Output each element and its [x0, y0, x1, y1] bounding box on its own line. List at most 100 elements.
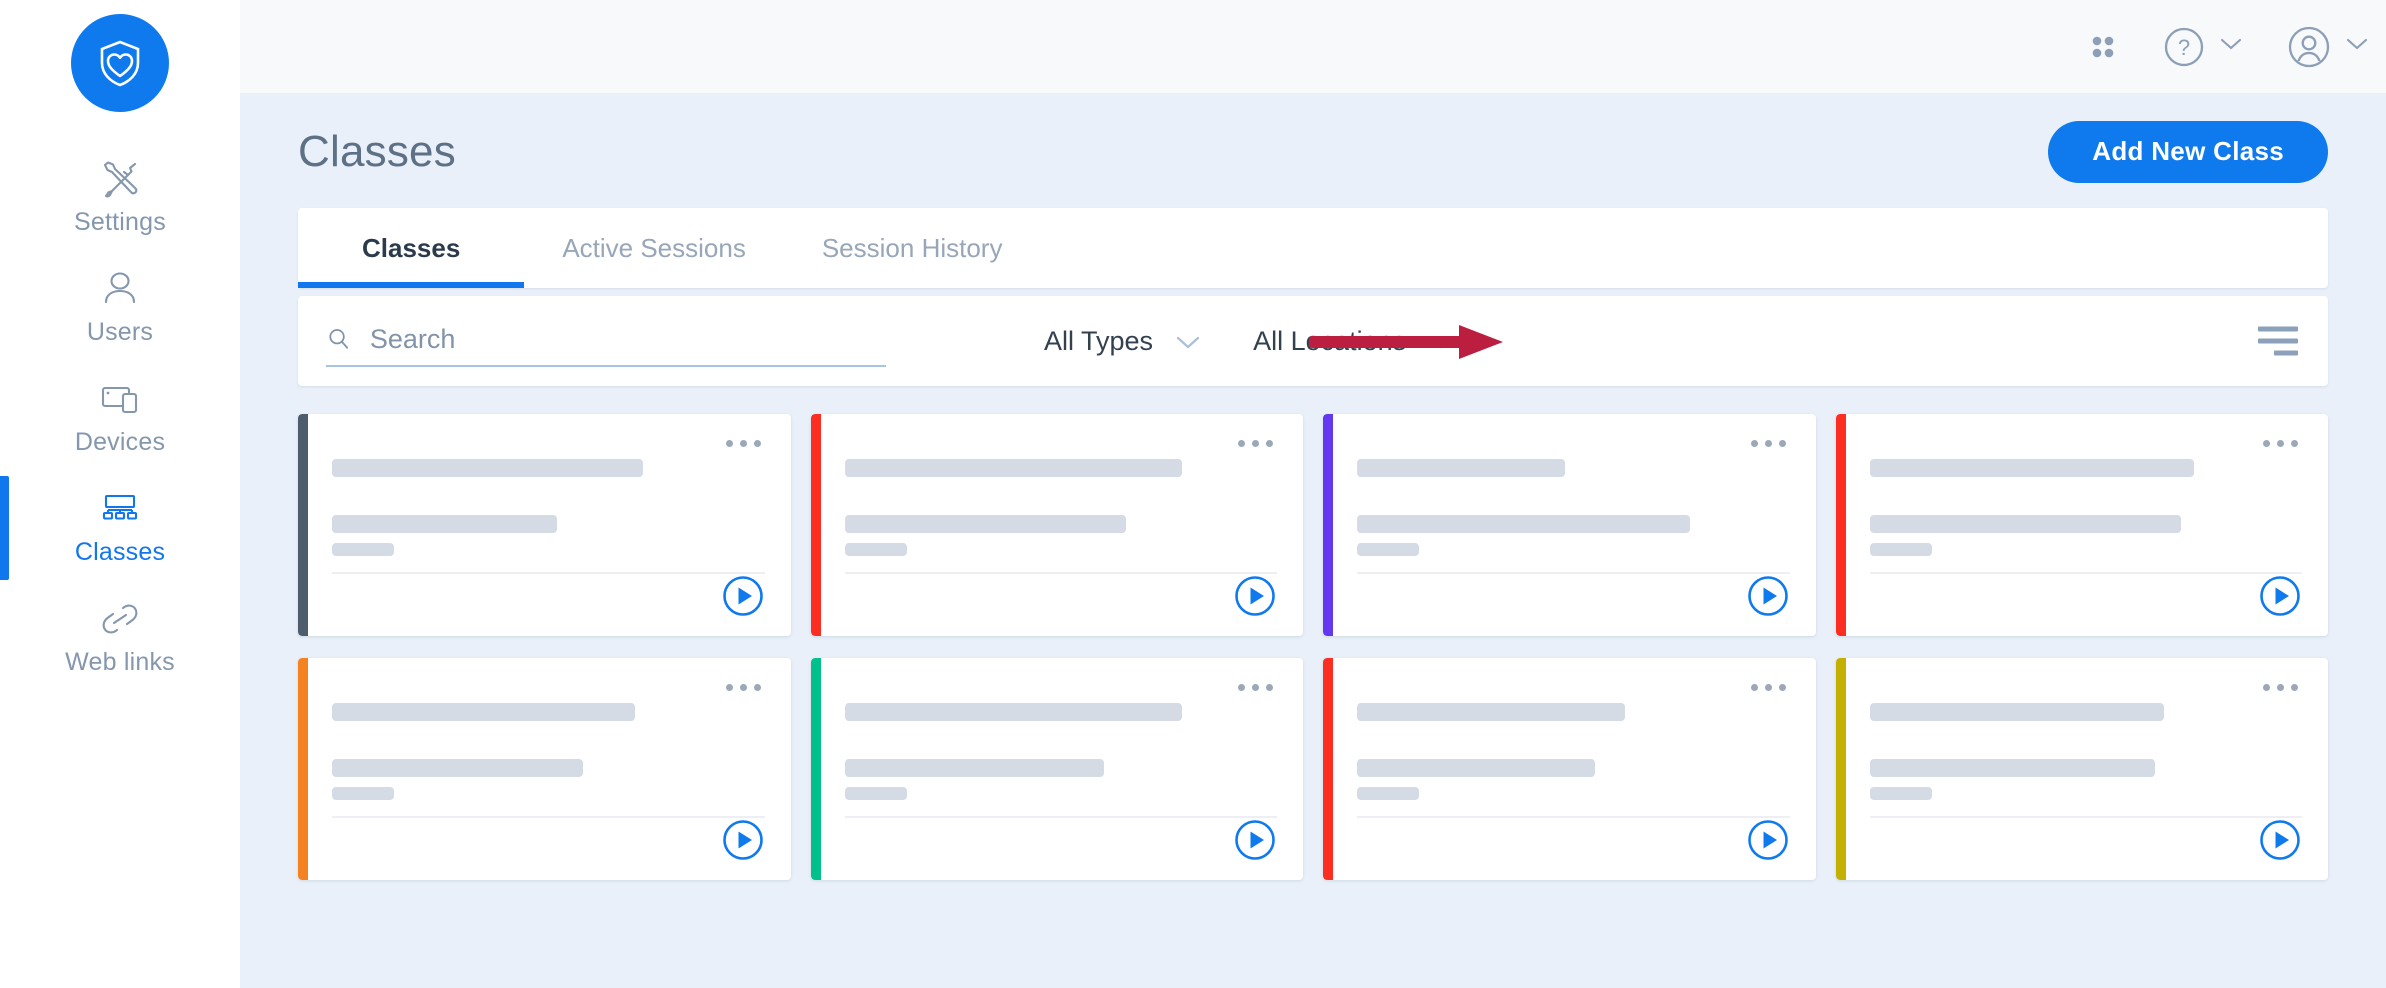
sidebar-item-label: Users — [86, 317, 154, 346]
more-options-icon[interactable] — [1747, 436, 1790, 451]
list-view-icon[interactable] — [2258, 326, 2298, 356]
skeleton-title — [1357, 703, 1626, 722]
sidebar: Settings Users Devices Classes Web links — [0, 0, 240, 988]
chevron-down-icon — [1428, 326, 1454, 357]
play-circle-icon[interactable] — [1233, 574, 1277, 618]
sidebar-item-devices[interactable]: Devices — [0, 362, 240, 472]
add-new-class-button[interactable]: Add New Class — [2048, 120, 2328, 183]
app-root: Settings Users Devices Classes Web links… — [0, 0, 2386, 988]
class-card-grid — [298, 414, 2328, 880]
more-options-icon[interactable] — [2259, 436, 2302, 451]
user-icon — [97, 268, 143, 310]
more-options-icon[interactable] — [2259, 680, 2302, 695]
class-card[interactable] — [1323, 414, 1816, 636]
chevron-down-icon — [1175, 326, 1201, 357]
more-options-icon[interactable] — [722, 680, 765, 695]
type-filter-select[interactable]: All Types — [1044, 326, 1201, 357]
tools-icon — [97, 158, 143, 200]
card-accent-bar — [1323, 658, 1333, 880]
chevron-down-icon — [2220, 37, 2242, 56]
sidebar-item-settings[interactable]: Settings — [0, 142, 240, 252]
sidebar-item-label: Web links — [65, 647, 175, 676]
page-header: Classes Add New Class — [298, 93, 2328, 188]
skeleton-subtitle — [844, 759, 1104, 777]
brand-logo[interactable] — [71, 14, 169, 112]
more-options-icon[interactable] — [722, 436, 765, 451]
class-card[interactable] — [1835, 658, 2328, 880]
play-circle-icon[interactable] — [721, 818, 765, 862]
skeleton-subtitle — [1869, 759, 2155, 777]
class-card[interactable] — [298, 658, 791, 880]
user-circle-icon — [2288, 26, 2330, 67]
class-card[interactable] — [298, 414, 791, 636]
shield-heart-logo-icon — [100, 40, 140, 87]
skeleton-title — [844, 703, 1182, 722]
class-card[interactable] — [1323, 658, 1816, 880]
account-menu-button[interactable] — [2286, 24, 2368, 70]
search-input[interactable] — [369, 323, 886, 355]
class-card[interactable] — [1835, 414, 2328, 636]
skeleton-subtitle — [332, 759, 583, 777]
tab-classes[interactable]: Classes — [298, 208, 525, 288]
card-accent-bar — [1835, 414, 1846, 636]
skeleton-subtitle — [844, 515, 1126, 533]
sidebar-nav: Settings Users Devices Classes Web links — [0, 142, 240, 692]
skeleton-meta — [1869, 542, 1932, 556]
skeleton-meta — [1357, 542, 1419, 556]
apps-grid-button[interactable] — [2088, 32, 2118, 62]
sidebar-item-classes[interactable]: Classes — [0, 472, 240, 582]
sidebar-item-users[interactable]: Users — [0, 252, 240, 362]
card-accent-bar — [298, 658, 308, 880]
skeleton-meta — [332, 542, 394, 556]
location-filter-value: All Locations — [1253, 325, 1407, 356]
help-menu-button[interactable]: ? — [2162, 25, 2242, 69]
tab-active-sessions[interactable]: Active Sessions — [524, 208, 784, 288]
skeleton-title — [844, 459, 1182, 478]
play-circle-icon[interactable] — [1233, 818, 1277, 862]
search-field[interactable] — [326, 315, 886, 367]
more-options-icon[interactable] — [1234, 680, 1277, 695]
class-card[interactable] — [810, 658, 1303, 880]
type-filter-value: All Types — [1044, 325, 1154, 356]
skeleton-meta — [844, 786, 907, 800]
card-accent-bar — [810, 658, 821, 880]
card-accent-bar — [298, 414, 308, 636]
sidebar-item-label: Classes — [74, 537, 166, 566]
chevron-down-icon — [2346, 37, 2368, 56]
play-circle-icon[interactable] — [1746, 818, 1790, 862]
skeleton-title — [332, 459, 644, 478]
grid-apps-icon — [2092, 36, 2114, 57]
tab-list: Classes Active Sessions Session History — [298, 208, 1040, 288]
class-card[interactable] — [810, 414, 1303, 636]
skeleton-meta — [1357, 786, 1419, 800]
more-options-icon[interactable] — [1234, 436, 1277, 451]
tab-session-history[interactable]: Session History — [784, 208, 1041, 288]
page-content: Classes Add New Class Classes Active Ses… — [240, 93, 2386, 880]
sidebar-item-label: Settings — [74, 207, 166, 236]
tabs-bar: Classes Active Sessions Session History — [298, 208, 2328, 288]
sidebar-item-web-links[interactable]: Web links — [0, 582, 240, 692]
search-icon — [329, 329, 349, 349]
play-circle-icon[interactable] — [721, 574, 765, 618]
top-header: ? — [240, 0, 2386, 93]
devices-icon — [97, 378, 143, 420]
skeleton-meta — [332, 786, 394, 800]
card-accent-bar — [1835, 658, 1846, 880]
skeleton-title — [1357, 459, 1565, 478]
skeleton-title — [332, 703, 635, 722]
skeleton-subtitle — [1869, 515, 2181, 533]
skeleton-meta — [1869, 786, 1932, 800]
skeleton-title — [1869, 703, 2164, 722]
svg-text:?: ? — [2178, 35, 2190, 60]
main-area: ? Classes Add New Class Classes Active S… — [240, 0, 2386, 988]
card-accent-bar — [810, 414, 821, 636]
link-icon — [97, 598, 143, 640]
location-filter-select[interactable]: All Locations — [1253, 326, 1454, 357]
skeleton-meta — [844, 542, 907, 556]
play-circle-icon[interactable] — [1746, 574, 1790, 618]
play-circle-icon[interactable] — [2258, 574, 2302, 618]
sidebar-item-label: Devices — [74, 427, 166, 456]
play-circle-icon[interactable] — [2258, 818, 2302, 862]
more-options-icon[interactable] — [1747, 680, 1790, 695]
card-accent-bar — [1323, 414, 1333, 636]
